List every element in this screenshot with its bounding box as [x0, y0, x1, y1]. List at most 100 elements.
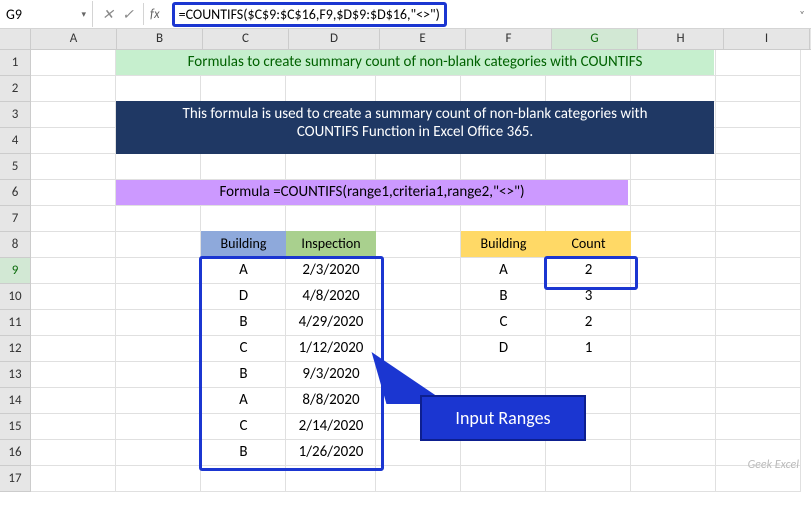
cell[interactable] — [31, 128, 116, 154]
input-inspection-cell[interactable]: 1/12/2020 — [286, 335, 376, 361]
summary-building-cell[interactable]: A — [461, 257, 546, 283]
input-building-cell[interactable]: C — [201, 335, 286, 361]
summary-count-cell[interactable]: 2 — [546, 309, 631, 335]
cell[interactable] — [31, 76, 116, 102]
col-header-B[interactable]: B — [117, 29, 203, 49]
cell[interactable] — [286, 466, 376, 492]
summary-count-cell[interactable]: 1 — [546, 335, 631, 361]
cell[interactable] — [116, 154, 201, 180]
cell[interactable] — [631, 284, 716, 310]
cell[interactable] — [631, 206, 716, 232]
input-inspection-cell[interactable]: 2/14/2020 — [286, 413, 376, 439]
cell[interactable] — [31, 232, 116, 258]
cell[interactable] — [631, 76, 716, 102]
cell[interactable] — [376, 310, 461, 336]
cell[interactable] — [376, 76, 461, 102]
cell[interactable] — [286, 154, 376, 180]
cell[interactable] — [631, 362, 716, 388]
cell[interactable] — [716, 206, 801, 232]
cell[interactable] — [631, 336, 716, 362]
input-building-cell[interactable]: C — [201, 413, 286, 439]
cell[interactable] — [461, 76, 546, 102]
input-inspection-cell[interactable]: 4/29/2020 — [286, 309, 376, 335]
cell[interactable] — [116, 414, 201, 440]
cell[interactable] — [116, 440, 201, 466]
select-all-corner[interactable] — [0, 29, 31, 49]
col-header-G[interactable]: G — [552, 29, 638, 49]
cancel-icon[interactable]: ✕ — [99, 6, 117, 23]
row-header-7[interactable]: 7 — [0, 206, 31, 232]
cell[interactable] — [376, 284, 461, 310]
col-header-E[interactable]: E — [380, 29, 466, 49]
row-header-1[interactable]: 1 — [0, 50, 31, 76]
cell[interactable] — [31, 440, 116, 466]
row-header-6[interactable]: 6 — [0, 180, 31, 206]
cell[interactable] — [461, 440, 546, 466]
cell[interactable] — [31, 336, 116, 362]
cell[interactable] — [116, 388, 201, 414]
cell[interactable] — [546, 206, 631, 232]
input-inspection-cell[interactable]: 4/8/2020 — [286, 283, 376, 309]
row-header-12[interactable]: 12 — [0, 336, 31, 362]
cell[interactable] — [631, 258, 716, 284]
cell[interactable] — [376, 232, 461, 258]
cell[interactable] — [716, 128, 801, 154]
row-header-9[interactable]: 9 — [0, 258, 31, 284]
cell[interactable] — [716, 310, 801, 336]
row-header-14[interactable]: 14 — [0, 388, 31, 414]
cell[interactable] — [31, 50, 116, 76]
cell[interactable] — [716, 232, 801, 258]
cell[interactable] — [716, 180, 801, 206]
cell[interactable] — [116, 310, 201, 336]
cell[interactable] — [31, 414, 116, 440]
formula-bar-expand-icon[interactable]: ˅ — [793, 8, 811, 21]
cell[interactable] — [716, 258, 801, 284]
cell[interactable] — [716, 362, 801, 388]
col-header-F[interactable]: F — [466, 29, 552, 49]
cell[interactable] — [116, 76, 201, 102]
cell[interactable] — [461, 466, 546, 492]
col-header-D[interactable]: D — [289, 29, 380, 49]
cell[interactable] — [31, 284, 116, 310]
cell[interactable] — [716, 50, 801, 76]
cell[interactable] — [546, 440, 631, 466]
input-building-cell[interactable]: D — [201, 283, 286, 309]
cell[interactable] — [31, 310, 116, 336]
input-building-cell[interactable]: B — [201, 439, 286, 465]
cell[interactable] — [631, 232, 716, 258]
input-inspection-cell[interactable]: 2/3/2020 — [286, 257, 376, 283]
cell[interactable] — [31, 388, 116, 414]
summary-building-cell[interactable]: C — [461, 309, 546, 335]
cell[interactable] — [376, 206, 461, 232]
cell[interactable] — [716, 154, 801, 180]
cell[interactable] — [631, 388, 716, 414]
row-header-8[interactable]: 8 — [0, 232, 31, 258]
cell[interactable] — [716, 336, 801, 362]
summary-building-cell[interactable]: B — [461, 283, 546, 309]
summary-building-cell[interactable]: D — [461, 335, 546, 361]
cell[interactable] — [546, 76, 631, 102]
row-header-10[interactable]: 10 — [0, 284, 31, 310]
row-header-13[interactable]: 13 — [0, 362, 31, 388]
col-header-H[interactable]: H — [638, 29, 724, 49]
cell[interactable] — [286, 206, 376, 232]
name-box-dropdown-icon[interactable]: ▾ — [81, 9, 86, 20]
cell[interactable] — [116, 258, 201, 284]
row-header-16[interactable]: 16 — [0, 440, 31, 466]
cell[interactable] — [31, 180, 116, 206]
row-header-15[interactable]: 15 — [0, 414, 31, 440]
cell[interactable] — [201, 76, 286, 102]
cell[interactable] — [116, 284, 201, 310]
cell[interactable] — [631, 180, 716, 206]
header-inspection[interactable]: Inspection — [286, 231, 376, 257]
cell[interactable] — [461, 362, 546, 388]
cell[interactable] — [631, 154, 716, 180]
cell[interactable] — [31, 154, 116, 180]
cell[interactable] — [116, 466, 201, 492]
row-header-3[interactable]: 3 — [0, 102, 31, 128]
cell[interactable] — [201, 466, 286, 492]
cell[interactable] — [461, 154, 546, 180]
cell[interactable] — [376, 258, 461, 284]
name-box[interactable]: G9 ▾ — [0, 1, 93, 27]
cell[interactable] — [631, 466, 716, 492]
